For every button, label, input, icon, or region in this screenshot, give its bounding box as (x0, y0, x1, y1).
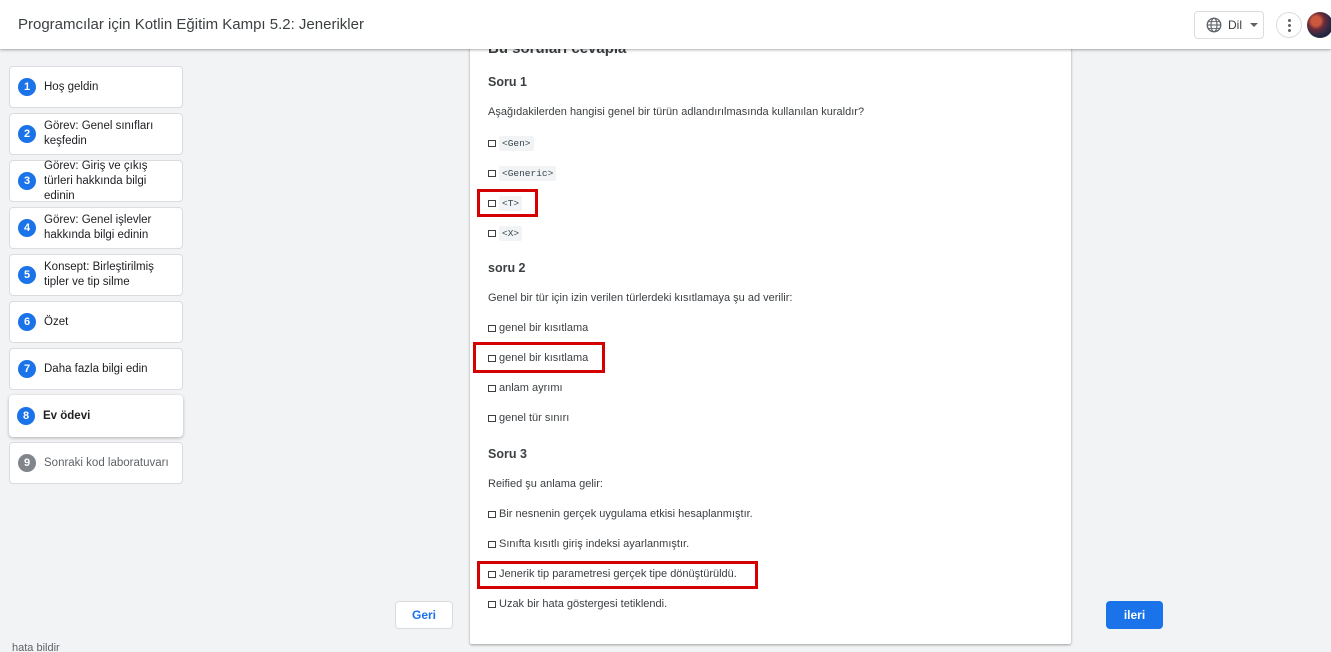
dot-icon (1287, 28, 1291, 32)
sidebar-step-5[interactable]: 5 Konsept: Birleştirilmiş tipler ve tip … (9, 254, 183, 296)
step-label: Hoş geldin (44, 80, 99, 93)
step-number-badge: 9 (18, 454, 36, 472)
globe-icon (1206, 17, 1222, 33)
sidebar-step-1[interactable]: 1 Hoş geldin (9, 66, 183, 108)
language-label: Dil (1228, 18, 1242, 32)
dot-icon (1287, 23, 1291, 27)
highlight-box-q3 (477, 561, 758, 589)
checkbox-icon[interactable] (488, 324, 496, 332)
question-1-title: Soru 1 (488, 75, 527, 89)
highlight-box-q2 (473, 342, 605, 373)
step-label: Görev: Genel sınıfları keşfedin (44, 120, 154, 147)
checkbox-icon[interactable] (488, 230, 496, 237)
codelab-content-card: Bu soruları cevapla Soru 1 Aşağıdakilerd… (470, 20, 1071, 644)
q3-option-1[interactable]: Bir nesnenin gerçek uygulama etkisi hesa… (488, 508, 753, 520)
checkbox-icon[interactable] (488, 540, 496, 548)
highlight-box-q1 (477, 189, 538, 217)
q2-option-3[interactable]: anlam ayrımı (488, 382, 563, 394)
question-2-text: Genel bir tür için izin verilen türlerde… (488, 292, 793, 304)
q1-option-2[interactable]: <Generic> (488, 166, 557, 181)
q1-option-4[interactable]: <X> (488, 226, 523, 241)
user-avatar[interactable] (1307, 12, 1331, 38)
step-label: Görev: Genel işlevler hakkında bilgi edi… (44, 214, 152, 241)
q2-option-4[interactable]: genel tür sınırı (488, 412, 569, 424)
sidebar-step-7[interactable]: 7 Daha fazla bilgi edin (9, 348, 183, 390)
step-number-badge: 1 (18, 78, 36, 96)
more-options-button[interactable] (1276, 12, 1302, 38)
step-number-badge: 7 (18, 360, 36, 378)
step-number-badge: 6 (18, 313, 36, 331)
back-button[interactable]: Geri (395, 601, 453, 629)
next-button[interactable]: ileri (1106, 601, 1163, 629)
language-select-button[interactable]: Dil (1194, 11, 1264, 39)
step-label: Görev: Giriş ve çıkış türleri hakkında b… (44, 159, 148, 202)
dot-icon (1287, 18, 1291, 22)
checkbox-icon[interactable] (488, 384, 496, 392)
report-bug-link[interactable]: hata bildir (12, 642, 60, 652)
step-label: Ev ödevi (43, 409, 91, 422)
question-3-title: Soru 3 (488, 447, 527, 461)
q1-option-1[interactable]: <Gen> (488, 136, 534, 151)
step-number-badge: 2 (18, 125, 36, 143)
page-title: Programcılar için Kotlin Eğitim Kampı 5.… (18, 16, 364, 33)
checkbox-icon[interactable] (488, 414, 496, 422)
top-app-bar: Programcılar için Kotlin Eğitim Kampı 5.… (0, 0, 1331, 49)
sidebar-step-8-active[interactable]: 8 Ev ödevi (9, 395, 183, 437)
checkbox-icon[interactable] (488, 510, 496, 518)
step-label: Daha fazla bilgi edin (44, 362, 148, 375)
q2-option-1[interactable]: genel bir kısıtlama (488, 322, 588, 334)
step-number-badge: 5 (18, 266, 36, 284)
question-3-text: Reified şu anlama gelir: (488, 478, 603, 490)
checkbox-icon[interactable] (488, 140, 496, 147)
sidebar-step-6[interactable]: 6 Özet (9, 301, 183, 343)
step-label: Özet (44, 315, 69, 328)
step-label: Konsept: Birleştirilmiş tipler ve tip si… (44, 261, 154, 288)
sidebar-step-9[interactable]: 9 Sonraki kod laboratuvarı (9, 442, 183, 484)
step-number-badge: 3 (18, 172, 36, 190)
step-number-badge: 8 (17, 407, 35, 425)
q3-option-4[interactable]: Uzak bir hata göstergesi tetiklendi. (488, 598, 667, 610)
question-2-title: soru 2 (488, 261, 526, 275)
question-1-text: Aşağıdakilerden hangisi genel bir türün … (488, 106, 865, 118)
step-label: Sonraki kod laboratuvarı (44, 456, 169, 469)
sidebar-step-3[interactable]: 3 Görev: Giriş ve çıkış türleri hakkında… (9, 160, 183, 202)
q3-option-2[interactable]: Sınıfta kısıtlı giriş indeksi ayarlanmış… (488, 538, 689, 550)
chevron-down-icon (1250, 23, 1258, 27)
checkbox-icon[interactable] (488, 170, 496, 177)
step-number-badge: 4 (18, 219, 36, 237)
sidebar-step-2[interactable]: 2 Görev: Genel sınıfları keşfedin (9, 113, 183, 155)
checkbox-icon[interactable] (488, 600, 496, 608)
sidebar-step-4[interactable]: 4 Görev: Genel işlevler hakkında bilgi e… (9, 207, 183, 249)
